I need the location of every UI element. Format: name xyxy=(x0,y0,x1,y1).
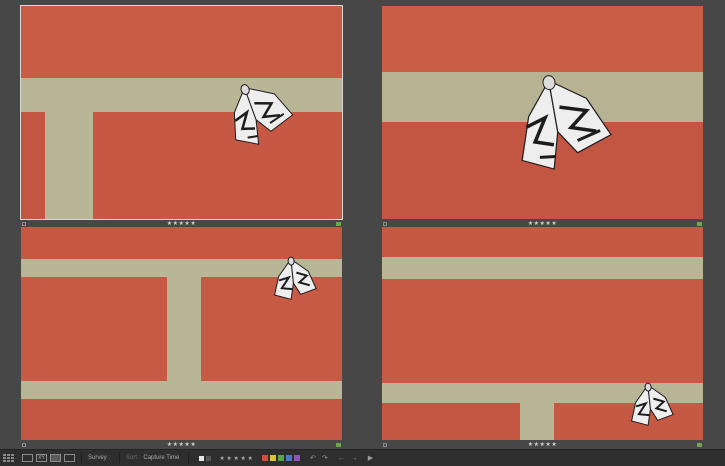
rating-stars[interactable]: ★★★★★ xyxy=(528,441,557,449)
cell-footer: ★★★★★ xyxy=(21,441,342,449)
photo-thumbnail[interactable] xyxy=(382,227,703,440)
rotate-right-icon[interactable]: ↷ xyxy=(322,454,328,462)
play-icon[interactable]: ▶ xyxy=(368,454,373,462)
cell-badge-icon xyxy=(22,443,26,447)
people-view-icon[interactable] xyxy=(64,454,75,462)
color-label-indicator xyxy=(697,222,702,226)
next-icon[interactable]: → xyxy=(351,455,358,462)
compare-view-icon[interactable]: XY xyxy=(36,454,47,462)
cell-badge-icon xyxy=(383,443,387,447)
cell-footer: ★★★★★ xyxy=(382,441,703,449)
cell-badge-icon xyxy=(383,222,387,226)
cell-badge-icon xyxy=(22,222,26,226)
color-label-red[interactable] xyxy=(261,455,268,461)
color-label-yellow[interactable] xyxy=(269,455,276,461)
moth-on-brick-photo xyxy=(21,227,342,440)
photo-cell-1[interactable]: ★★★★★ xyxy=(20,5,343,227)
survey-mode-label: Survey : xyxy=(88,455,111,461)
moth-on-brick-photo xyxy=(382,6,703,219)
photo-thumbnail[interactable] xyxy=(21,227,342,440)
color-label-indicator xyxy=(697,443,702,447)
moth-on-brick-photo xyxy=(382,227,703,440)
color-label-purple[interactable] xyxy=(293,455,300,461)
previous-icon[interactable]: ← xyxy=(338,455,345,462)
color-label-blue[interactable] xyxy=(285,455,292,461)
toolbar-divider xyxy=(119,453,121,463)
rating-filter[interactable]: ★ ★ ★ ★ ★ xyxy=(219,455,253,462)
photo-cell-3[interactable]: ★★★★★ xyxy=(21,227,342,448)
flag-pick-icon[interactable] xyxy=(199,455,205,461)
photo-thumbnail[interactable] xyxy=(20,5,343,220)
toolbar-divider xyxy=(188,453,190,463)
moth-on-brick-photo xyxy=(21,6,342,219)
survey-view-icon[interactable] xyxy=(50,454,61,462)
photo-cell-4[interactable]: ★★★★★ xyxy=(382,227,703,448)
photo-cell-2[interactable]: ★★★★★ xyxy=(382,6,703,227)
bottom-toolbar: XY Survey : Sort : Capture Time ★ ★ ★ ★ … xyxy=(0,449,725,466)
photo-thumbnail[interactable] xyxy=(382,6,703,219)
color-label-indicator xyxy=(336,443,341,447)
sort-label: Sort : xyxy=(126,455,141,461)
sort-dropdown[interactable]: Capture Time xyxy=(143,455,179,461)
survey-view: ★★★★★ ★★★★★ ★★★★★ ★★★★★ XY Survey: Sort… xyxy=(0,0,725,466)
toolbar-divider xyxy=(81,453,82,463)
flag-reject-icon[interactable] xyxy=(206,455,212,461)
grid-view-icon[interactable] xyxy=(3,454,14,462)
color-label-green[interactable] xyxy=(277,455,284,461)
rating-stars[interactable]: ★★★★★ xyxy=(167,441,196,449)
rotate-left-icon[interactable]: ↶ xyxy=(310,454,316,462)
loupe-view-icon[interactable] xyxy=(22,454,33,462)
color-label-indicator xyxy=(336,222,341,226)
